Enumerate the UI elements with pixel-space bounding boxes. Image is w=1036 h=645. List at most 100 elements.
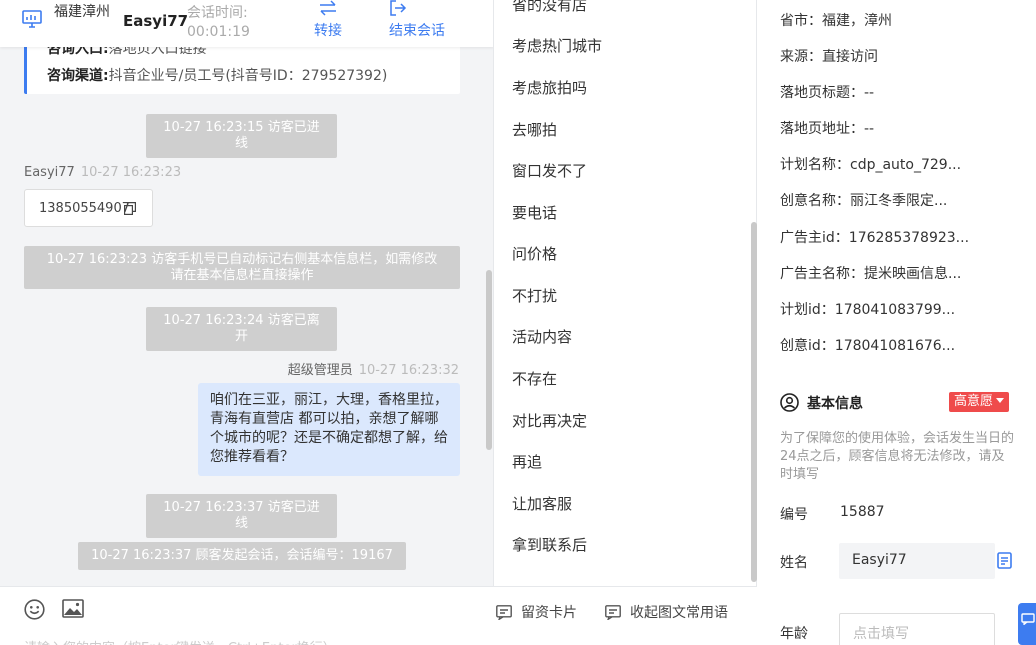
info-row-advertiser-name: 广告主名称：提米映画信息... [780, 263, 961, 283]
system-message-line: 10-27 16:23:23 访客手机号已自动标记右侧基本信息栏，如需修改 [46, 252, 438, 267]
quick-replies-panel: 省的没有店 考虑热门城市 考虑旅拍吗 去哪拍 窗口发不了 要电话 问价格 不打扰… [495, 0, 757, 586]
info-row-creative-name: 创意名称：丽江冬季限定... [780, 190, 947, 210]
info-row-landing-url: 落地页地址：-- [780, 118, 874, 138]
quick-reply-item[interactable]: 省的没有店 [512, 0, 587, 15]
quick-reply-item[interactable]: 考虑旅拍吗 [512, 77, 587, 98]
basic-info-heading: 基本信息 [780, 393, 863, 413]
info-label: 广告主名称： [780, 266, 864, 282]
collapse-phrases-label: 收起图文常用语 [630, 605, 728, 621]
info-value: 直接访问 [822, 49, 878, 65]
copy-doc-icon[interactable] [997, 552, 1012, 569]
info-value: -- [864, 85, 875, 101]
copy-icon[interactable] [124, 202, 136, 215]
transfer-button[interactable]: 转接 [314, 0, 342, 40]
age-label: 年龄 [780, 626, 808, 642]
collapse-phrases-button[interactable]: 收起图文常用语 [605, 602, 728, 622]
lead-card-button[interactable]: 留资卡片 [496, 602, 577, 622]
quick-reply-item[interactable]: 不存在 [512, 368, 557, 389]
info-row-source: 来源：直接访问 [780, 46, 878, 66]
quick-reply-item[interactable]: 对比再决定 [512, 410, 587, 431]
agent-message-bubble: 咱们在三亚，丽江，大理，香格里拉，青海有直营店 都可以拍，亲想了解哪个城市的呢？… [198, 383, 460, 476]
monitor-icon [22, 10, 42, 28]
edit-deadline-note: 为了保障您的使用体验，会话发生当日的24点之后，顾客信息将无法修改，请及时填写 [780, 431, 1015, 482]
info-row-creative-id: 创意id：178041081676... [780, 335, 955, 355]
system-message: 10-27 16:23:15 访客已进线 [146, 114, 337, 158]
channel-value: 抖音企业号/员工号(抖音号ID：279527392) [108, 68, 388, 84]
info-label: 计划名称： [780, 157, 850, 173]
info-label: 计划id： [780, 302, 835, 318]
info-value: 丽江冬季限定... [850, 193, 948, 209]
info-value: 福建，漳州 [822, 13, 892, 29]
info-value: 176285378923... [848, 230, 970, 246]
agent-name: 超级管理员 [287, 363, 353, 378]
quick-reply-item[interactable]: 窗口发不了 [512, 160, 587, 181]
emoji-icon[interactable] [24, 599, 45, 620]
quick-reply-item[interactable]: 让加客服 [512, 493, 572, 514]
message-time: 10-27 16:23:23 [80, 165, 182, 180]
quick-reply-item[interactable]: 不打扰 [512, 285, 557, 306]
name-field[interactable]: Easyi77 [839, 543, 995, 579]
info-value: 178041081676... [834, 338, 956, 354]
age-field[interactable]: 点击填写 [839, 613, 995, 645]
system-message: 10-27 16:23:37 访客已进线 [146, 494, 337, 538]
info-row-advertiser-id: 广告主id：176285378923... [780, 227, 969, 247]
info-label: 落地页地址： [780, 121, 864, 137]
info-value: cdp_auto_729... [850, 157, 962, 173]
info-value: -- [864, 121, 875, 137]
quick-reply-item[interactable]: 要电话 [512, 202, 557, 223]
image-icon[interactable] [62, 599, 84, 618]
quick-reply-item[interactable]: 问价格 [512, 243, 557, 264]
visitor-name: Easyi77 [24, 165, 75, 180]
user-circle-icon [780, 393, 799, 412]
info-value: 提米映画信息... [864, 266, 962, 282]
lead-card-label: 留资卡片 [521, 605, 577, 621]
floating-side-button[interactable] [1018, 603, 1036, 645]
info-row-plan-id: 计划id：178041083799... [780, 299, 955, 319]
id-value: 15887 [840, 504, 885, 520]
info-row-plan-name: 计划名称：cdp_auto_729... [780, 154, 961, 174]
input-bar: 留资卡片 收起图文常用语 请输入您的内容（按Enter键发送，Ctrl+Ente… [0, 586, 757, 645]
agent-message-meta: 超级管理员 10-27 16:23:32 [288, 359, 459, 378]
info-label: 省市： [780, 13, 822, 29]
visitor-location: 福建漳州 [54, 4, 110, 20]
end-session-button[interactable]: 结束会话 [389, 0, 445, 40]
phrases-icon [605, 605, 621, 621]
info-label: 创意名称： [780, 193, 850, 209]
info-row-region: 省市：福建，漳州 [780, 10, 892, 30]
end-session-label: 结束会话 [389, 23, 445, 39]
quick-reply-item[interactable]: 去哪拍 [512, 119, 557, 140]
info-label: 落地页标题： [780, 85, 864, 101]
quick-reply-item[interactable]: 活动内容 [512, 326, 572, 347]
quick-reply-item[interactable]: 拿到联系后 [512, 534, 587, 555]
id-label: 编号 [780, 507, 808, 523]
intent-dropdown[interactable]: 高意愿 [949, 392, 1010, 412]
info-label: 来源： [780, 49, 822, 65]
info-row-landing-title: 落地页标题：-- [780, 82, 874, 102]
chat-header: 福建漳州 Easyi77 会话时间: 00:01:19 转接 结束会话 [0, 0, 493, 47]
name-label: 姓名 [780, 555, 808, 571]
message-time: 10-27 16:23:32 [358, 363, 459, 378]
exit-icon [390, 0, 407, 16]
system-message-line: 请在基本信息栏直接操作 [170, 268, 314, 283]
visitor-info-panel: 省市：福建，漳州 来源：直接访问 落地页标题：-- 落地页地址：-- 计划名称：… [758, 0, 1036, 645]
quick-replies-scrollbar[interactable] [751, 222, 757, 582]
chat-scrollbar[interactable] [486, 270, 492, 450]
visitor-name: Easyi77 [123, 12, 189, 30]
message-input-placeholder[interactable]: 请输入您的内容（按Enter键发送，Ctrl+Enter换行） [24, 637, 336, 645]
intent-value: 高意愿 [954, 394, 994, 409]
chat-panel: 咨询入口:落地页入口链接 咨询渠道:抖音企业号/员工号(抖音号ID：279527… [0, 0, 494, 645]
system-message: 10-27 16:23:24 访客已离开 [146, 307, 337, 351]
info-label: 创意id： [780, 338, 835, 354]
phone-number: 13850554907 [39, 201, 130, 216]
system-message: 10-27 16:23:37 顾客发起会话，会话编号：19167 [78, 542, 406, 570]
basic-info-title: 基本信息 [807, 396, 863, 412]
quick-reply-item[interactable]: 再追 [512, 451, 542, 472]
phone-message-bubble[interactable]: 13850554907 [24, 189, 153, 227]
message-icon [1021, 613, 1035, 625]
quick-reply-item[interactable]: 考虑热门城市 [512, 35, 602, 56]
channel-label: 咨询渠道: [47, 68, 109, 84]
transfer-label: 转接 [314, 23, 342, 39]
info-label: 广告主id： [780, 230, 849, 246]
info-value: 178041083799... [834, 302, 956, 318]
system-message-phone-tag: 10-27 16:23:23 访客手机号已自动标记右侧基本信息栏，如需修改 请在… [24, 246, 460, 289]
